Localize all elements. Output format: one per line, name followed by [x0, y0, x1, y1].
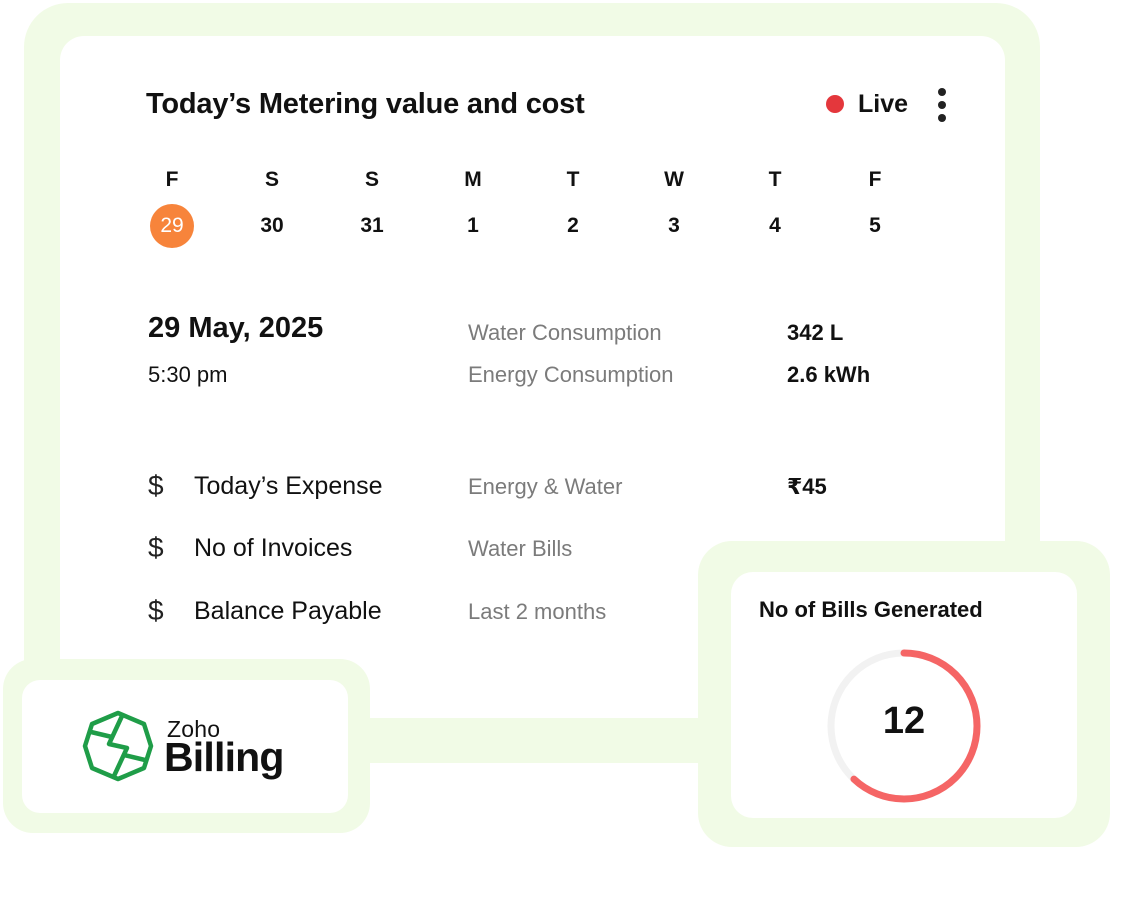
day-date: 29	[150, 204, 194, 248]
calendar-day[interactable]: T 4	[725, 168, 825, 252]
dollar-icon: $	[148, 470, 164, 501]
more-vertical-icon[interactable]	[926, 86, 958, 124]
balance-detail: Last 2 months	[468, 599, 607, 624]
day-date: 2	[567, 214, 579, 237]
day-date: 1	[467, 214, 479, 237]
calendar-day[interactable]: F 29	[122, 168, 222, 252]
expense-value: ₹45	[787, 474, 827, 499]
day-weekday: W	[664, 168, 684, 191]
metric-value-water: 342 L	[787, 320, 844, 345]
invoices-detail: Water Bills	[468, 536, 573, 561]
day-date: 30	[260, 214, 284, 237]
day-date: 5	[869, 214, 881, 237]
date-strip: F 29 S 30 S 31 M 1 T 2 W 3 T 4 F 5	[122, 168, 928, 252]
dollar-icon: $	[148, 595, 164, 626]
balance-title: Balance Payable	[194, 597, 382, 625]
calendar-day[interactable]: M 1	[423, 168, 523, 252]
menu-dot	[938, 88, 946, 96]
calendar-day[interactable]: T 2	[523, 168, 623, 252]
metric-label-water: Water Consumption	[468, 320, 662, 345]
card-title: Today’s Metering value and cost	[146, 88, 585, 120]
expense-title: Today’s Expense	[194, 472, 383, 500]
bills-count: 12	[882, 700, 926, 742]
day-weekday: T	[768, 168, 782, 191]
calendar-day[interactable]: S 31	[322, 168, 422, 252]
menu-dot	[938, 101, 946, 109]
day-weekday: F	[165, 168, 179, 191]
live-dot-icon	[826, 95, 844, 113]
day-weekday: T	[566, 168, 580, 191]
calendar-day[interactable]: F 5	[825, 168, 925, 252]
expense-detail: Energy & Water	[468, 474, 623, 499]
zoho-billing-logo-icon	[82, 710, 154, 782]
calendar-day[interactable]: W 3	[624, 168, 724, 252]
invoices-title: No of Invoices	[194, 534, 353, 562]
bills-title: No of Bills Generated	[759, 597, 983, 622]
reading-time: 5:30 pm	[148, 362, 228, 387]
calendar-day[interactable]: S 30	[222, 168, 322, 252]
menu-dot	[938, 114, 946, 122]
day-weekday: S	[364, 168, 379, 191]
page: Today’s Metering value and cost Live F 2…	[0, 0, 1145, 914]
reading-date: 29 May, 2025	[148, 312, 324, 344]
day-date: 31	[360, 214, 384, 237]
connector-strip	[366, 718, 702, 754]
metric-value-energy: 2.6 kWh	[787, 362, 871, 387]
day-weekday: M	[464, 168, 482, 191]
live-indicator: Live	[826, 88, 908, 120]
live-label: Live	[858, 89, 909, 118]
day-weekday: S	[264, 168, 279, 191]
day-weekday: F	[868, 168, 882, 191]
day-date: 4	[769, 214, 781, 237]
day-date: 3	[668, 214, 680, 237]
metric-label-energy: Energy Consumption	[468, 362, 674, 387]
dollar-icon: $	[148, 532, 164, 563]
logo-billing-text: Billing	[164, 734, 284, 780]
